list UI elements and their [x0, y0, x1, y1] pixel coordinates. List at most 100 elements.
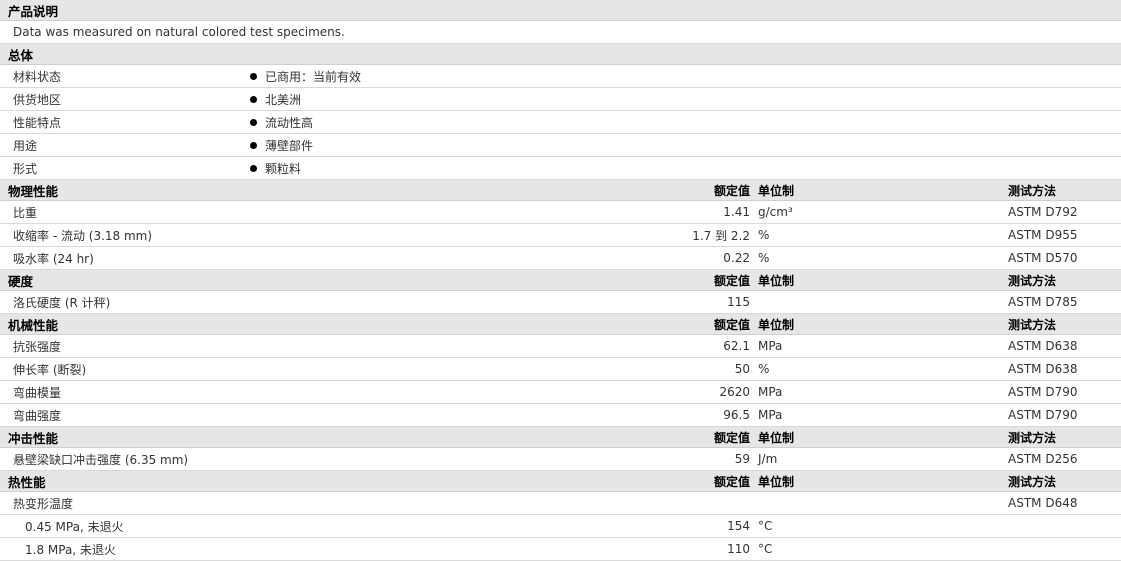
table-row: 用途 薄壁部件: [0, 133, 1121, 157]
bullet-icon: [250, 72, 257, 80]
general-value: 已商用：当前有效: [265, 69, 362, 84]
row-unit: %: [756, 246, 1006, 270]
table-row: 1.8 MPa, 未退火 110 °C: [0, 537, 1121, 561]
section-header-mechanical: 机械性能 额定值 单位制 测试方法: [0, 313, 1121, 335]
col-header-unit: 单位制: [756, 269, 1006, 291]
table-row: 0.45 MPa, 未退火 154 °C: [0, 514, 1121, 538]
row-label: 性能特点: [0, 110, 250, 134]
col-header-method: 测试方法: [1006, 313, 1121, 335]
table-row: 弯曲模量 2620 MPa ASTM D790: [0, 380, 1121, 404]
row-label: 热变形温度: [0, 491, 580, 515]
row-value: 50: [580, 357, 756, 381]
row-label: 弯曲模量: [0, 380, 580, 404]
row-unit: [756, 290, 1006, 314]
general-value: 薄壁部件: [265, 138, 314, 153]
row-unit: g/cm³: [756, 200, 1006, 224]
section-title: 物理性能: [0, 179, 580, 201]
table-row: 性能特点 流动性高: [0, 110, 1121, 134]
general-value: 流动性高: [265, 115, 314, 130]
col-header-method: 测试方法: [1006, 269, 1121, 291]
row-unit: MPa: [756, 403, 1006, 427]
section-header-hardness: 硬度 额定值 单位制 测试方法: [0, 269, 1121, 291]
table-row: 材料状态 已商用：当前有效: [0, 64, 1121, 88]
section-title: 热性能: [0, 470, 580, 492]
table-row: 热变形温度 ASTM D648: [0, 491, 1121, 515]
table-row: 吸水率 (24 hr) 0.22 % ASTM D570: [0, 246, 1121, 270]
bullet-icon: [250, 95, 257, 103]
description-text: Data was measured on natural colored tes…: [0, 20, 1121, 44]
row-value: 62.1: [580, 334, 756, 358]
row-label: 吸水率 (24 hr): [0, 246, 580, 270]
row-unit: J/m: [756, 447, 1006, 471]
row-label: 伸长率 (断裂): [0, 357, 580, 381]
row-method: ASTM D570: [1006, 246, 1121, 270]
table-row: 洛氏硬度 (R 计秤) 115 ASTM D785: [0, 290, 1121, 314]
row-unit: [756, 491, 1006, 515]
row-unit: MPa: [756, 380, 1006, 404]
table-row: 比重 1.41 g/cm³ ASTM D792: [0, 200, 1121, 224]
row-value: 59: [580, 447, 756, 471]
row-value: 115: [580, 290, 756, 314]
row-value: 96.5: [580, 403, 756, 427]
row-label: 比重: [0, 200, 580, 224]
datasheet-table: 产品说明 Data was measured on natural colore…: [0, 0, 1121, 561]
table-row: 弯曲强度 96.5 MPa ASTM D790: [0, 403, 1121, 427]
col-header-method: 测试方法: [1006, 179, 1121, 201]
row-label: 1.8 MPa, 未退火: [0, 537, 580, 561]
row-unit: %: [756, 223, 1006, 247]
row-label: 用途: [0, 133, 250, 157]
col-header-value: 额定值: [580, 470, 756, 492]
row-label: 0.45 MPa, 未退火: [0, 514, 580, 538]
section-header-physical: 物理性能 额定值 单位制 测试方法: [0, 179, 1121, 201]
section-title: 机械性能: [0, 313, 580, 335]
row-method: [1006, 537, 1121, 561]
table-row: 抗张强度 62.1 MPa ASTM D638: [0, 334, 1121, 358]
row-unit: MPa: [756, 334, 1006, 358]
col-header-method: 测试方法: [1006, 426, 1121, 448]
row-value: 北美洲: [250, 87, 1121, 111]
col-header-method: 测试方法: [1006, 470, 1121, 492]
section-header-description: 产品说明: [0, 0, 1121, 21]
row-value: 流动性高: [250, 110, 1121, 134]
row-label: 形式: [0, 156, 250, 180]
row-method: ASTM D792: [1006, 200, 1121, 224]
row-label: 抗张强度: [0, 334, 580, 358]
section-header-impact: 冲击性能 额定值 单位制 测试方法: [0, 426, 1121, 448]
row-method: [1006, 514, 1121, 538]
table-row: 收缩率 - 流动 (3.18 mm) 1.7 到 2.2 % ASTM D955: [0, 223, 1121, 247]
table-row: 形式 颗粒料: [0, 156, 1121, 180]
row-method: ASTM D790: [1006, 403, 1121, 427]
row-value: 颗粒料: [250, 156, 1121, 180]
row-value: 1.7 到 2.2: [580, 223, 756, 247]
section-title: 产品说明: [0, 0, 1121, 21]
bullet-icon: [250, 141, 257, 149]
row-method: ASTM D648: [1006, 491, 1121, 515]
bullet-icon: [250, 118, 257, 126]
general-value: 颗粒料: [265, 161, 302, 176]
row-value: 薄壁部件: [250, 133, 1121, 157]
row-unit: °C: [756, 514, 1006, 538]
row-unit: %: [756, 357, 1006, 381]
row-unit: °C: [756, 537, 1006, 561]
bullet-icon: [250, 164, 257, 172]
row-value: 2620: [580, 380, 756, 404]
row-method: ASTM D638: [1006, 334, 1121, 358]
table-row: 伸长率 (断裂) 50 % ASTM D638: [0, 357, 1121, 381]
row-method: ASTM D256: [1006, 447, 1121, 471]
col-header-value: 额定值: [580, 179, 756, 201]
section-header-thermal: 热性能 额定值 单位制 测试方法: [0, 470, 1121, 492]
row-value: 1.41: [580, 200, 756, 224]
row-label: 收缩率 - 流动 (3.18 mm): [0, 223, 580, 247]
row-value: 0.22: [580, 246, 756, 270]
col-header-unit: 单位制: [756, 470, 1006, 492]
col-header-value: 额定值: [580, 426, 756, 448]
general-value: 北美洲: [265, 92, 302, 107]
col-header-unit: 单位制: [756, 313, 1006, 335]
row-value: 154: [580, 514, 756, 538]
row-method: ASTM D790: [1006, 380, 1121, 404]
col-header-unit: 单位制: [756, 179, 1006, 201]
section-title: 总体: [0, 43, 1121, 65]
row-method: ASTM D785: [1006, 290, 1121, 314]
row-value: 110: [580, 537, 756, 561]
section-title: 硬度: [0, 269, 580, 291]
